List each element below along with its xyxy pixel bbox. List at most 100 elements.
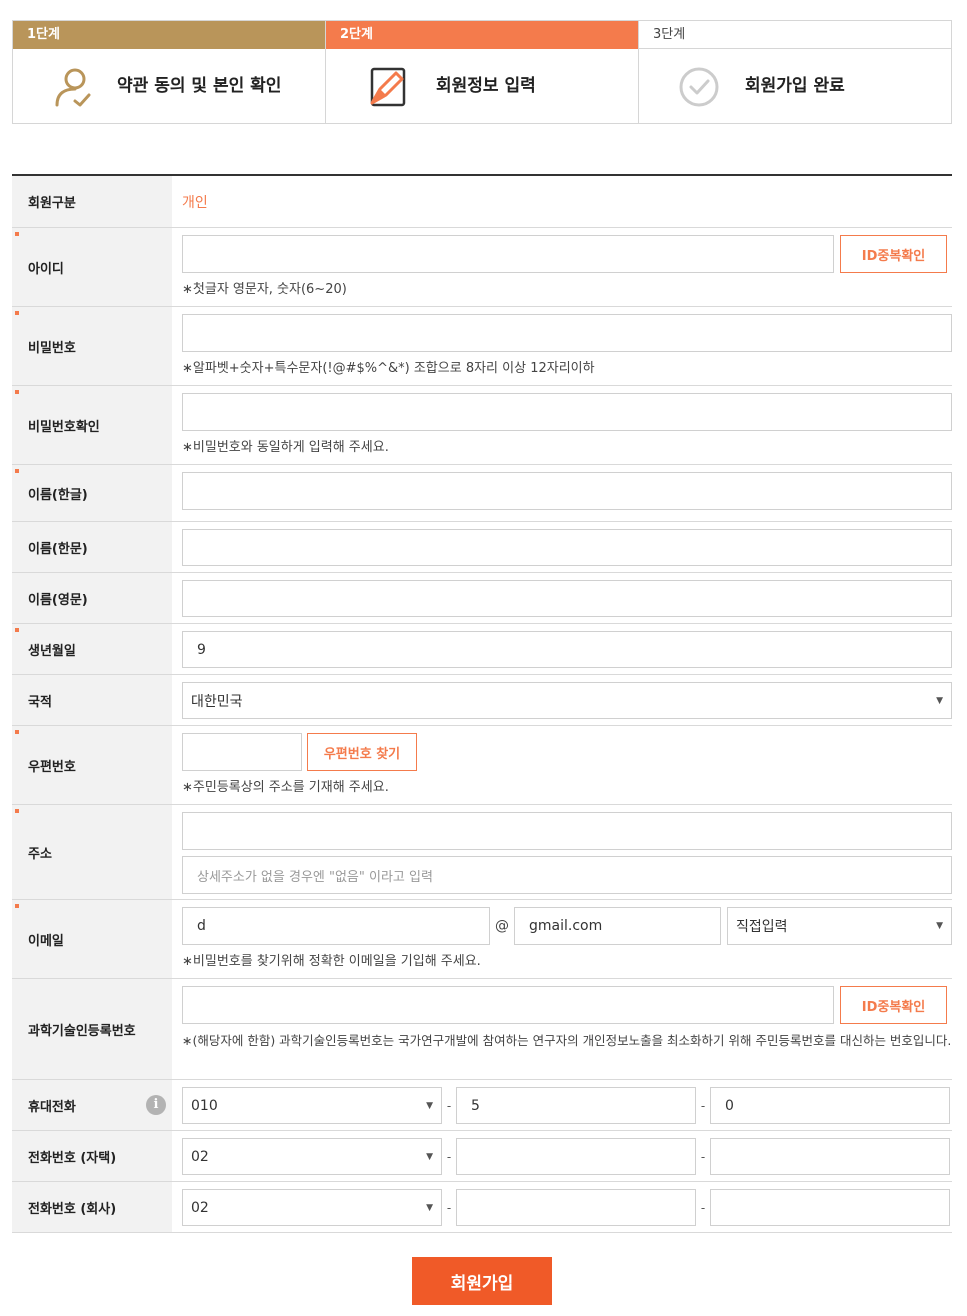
row-password: 비밀번호 ∗알파벳+숫자+특수문자(!@#$%^&*) 조합으로 8자리 이상 … xyxy=(12,307,952,386)
step-3-label: 회원가입 완료 xyxy=(745,76,845,96)
zipcode-search-button[interactable]: 우편번호 찾기 xyxy=(307,733,417,771)
step-1: 1단계 약관 동의 및 본인 확인 xyxy=(13,21,326,123)
row-birth: 생년월일 9 xyxy=(12,624,952,675)
email-domain-input[interactable]: gmail.com xyxy=(514,907,721,945)
email-hint: ∗비밀번호를 찾기위해 정확한 이메일을 기입해 주세요. xyxy=(182,954,481,969)
user-icon xyxy=(55,68,91,107)
nationality-value: 대한민국 xyxy=(191,693,243,710)
birth-input[interactable]: 9 xyxy=(182,631,952,668)
nationality-select[interactable]: 대한민국 ▼ xyxy=(182,682,952,719)
id-duplicate-check-button[interactable]: ID중복확인 xyxy=(840,235,947,273)
member-type-value: 개인 xyxy=(182,194,208,211)
dash-separator: - xyxy=(700,1098,706,1113)
info-icon[interactable]: i xyxy=(146,1095,166,1115)
password-input[interactable] xyxy=(182,314,952,352)
email-at-sign: @ xyxy=(495,918,509,934)
home-phone-label: 전화번호 (자택) xyxy=(12,1131,172,1181)
row-name-en: 이름(영문) xyxy=(12,573,952,624)
row-researcher-no: 과학기술인등록번호 ID중복확인 ∗(해당자에 한함) 과학기술인등록번호는 국… xyxy=(12,979,952,1080)
researcher-no-input[interactable] xyxy=(182,986,834,1024)
name-en-label: 이름(영문) xyxy=(12,573,172,623)
user-id-input[interactable] xyxy=(182,235,834,273)
researcher-no-hint: ∗(해당자에 한함) 과학기술인등록번호는 국가연구개발에 참여하는 연구자의 … xyxy=(182,1033,952,1048)
mobile-middle-input[interactable]: 5 xyxy=(456,1087,696,1124)
work-phone-label: 전화번호 (회사) xyxy=(12,1182,172,1232)
mobile-last-input[interactable]: 0 xyxy=(710,1087,950,1124)
home-phone-prefix-value: 02 xyxy=(191,1148,209,1165)
row-work-phone: 전화번호 (회사) 02 ▼ - - xyxy=(12,1182,952,1233)
row-mobile: 휴대전화 i 010 ▼ - 5 - 0 xyxy=(12,1080,952,1131)
mobile-prefix-select[interactable]: 010 ▼ xyxy=(182,1087,442,1124)
birth-label: 생년월일 xyxy=(12,624,172,674)
password-confirm-hint: ∗비밀번호와 동일하게 입력해 주세요. xyxy=(182,440,389,455)
row-password-confirm: 비밀번호확인 ∗비밀번호와 동일하게 입력해 주세요. xyxy=(12,386,952,465)
dash-separator: - xyxy=(700,1149,706,1164)
name-en-input[interactable] xyxy=(182,580,952,617)
row-home-phone: 전화번호 (자택) 02 ▼ - - xyxy=(12,1131,952,1182)
work-phone-middle-input[interactable] xyxy=(456,1189,696,1226)
address-input[interactable] xyxy=(182,812,952,850)
work-phone-last-input[interactable] xyxy=(710,1189,950,1226)
nationality-label: 국적 xyxy=(12,675,172,725)
work-phone-prefix-select[interactable]: 02 ▼ xyxy=(182,1189,442,1226)
step-3: 3단계 회원가입 완료 xyxy=(639,21,951,123)
name-kr-label: 이름(한글) xyxy=(12,465,172,521)
step-2-label: 회원정보 입력 xyxy=(436,76,536,96)
signup-submit-button[interactable]: 회원가입 xyxy=(412,1257,552,1305)
user-id-label: 아이디 xyxy=(12,228,172,306)
row-name-kr: 이름(한글) xyxy=(12,465,952,522)
name-hanja-input[interactable] xyxy=(182,529,952,566)
step-2-number: 2단계 xyxy=(326,21,638,49)
zipcode-input[interactable] xyxy=(182,733,302,771)
chevron-down-icon: ▼ xyxy=(426,1100,433,1111)
mobile-label: 휴대전화 i xyxy=(12,1080,172,1130)
email-label: 이메일 xyxy=(12,900,172,978)
zipcode-label: 우편번호 xyxy=(12,726,172,804)
chevron-down-icon: ▼ xyxy=(426,1202,433,1213)
dash-separator: - xyxy=(700,1200,706,1215)
work-phone-prefix-value: 02 xyxy=(191,1199,209,1216)
row-email: 이메일 d @ gmail.com 직접입력 ▼ ∗비밀번호를 찾기위해 정확한… xyxy=(12,900,952,979)
dash-separator: - xyxy=(446,1149,452,1164)
email-domain-select-value: 직접입력 xyxy=(736,919,788,935)
email-domain-select[interactable]: 직접입력 ▼ xyxy=(727,907,952,945)
step-1-label: 약관 동의 및 본인 확인 xyxy=(117,76,282,96)
chevron-down-icon: ▼ xyxy=(936,695,943,706)
email-local-input[interactable]: d xyxy=(182,907,490,945)
password-confirm-input[interactable] xyxy=(182,393,952,431)
home-phone-last-input[interactable] xyxy=(710,1138,950,1175)
row-member-type: 회원구분 개인 xyxy=(12,176,952,228)
researcher-duplicate-check-button[interactable]: ID중복확인 xyxy=(840,986,947,1024)
row-zipcode: 우편번호 우편번호 찾기 ∗주민등록상의 주소를 기재해 주세요. xyxy=(12,726,952,805)
mobile-label-text: 휴대전화 xyxy=(28,1099,76,1115)
row-user-id: 아이디 ID중복확인 ∗첫글자 영문자, 숫자(6~20) xyxy=(12,228,952,307)
password-label: 비밀번호 xyxy=(12,307,172,385)
zipcode-hint: ∗주민등록상의 주소를 기재해 주세요. xyxy=(182,780,389,795)
row-name-hanja: 이름(한문) xyxy=(12,522,952,573)
chevron-down-icon: ▼ xyxy=(936,921,943,931)
address-detail-input[interactable]: 상세주소가 없을 경우엔 "없음" 이라고 입력 xyxy=(182,856,952,894)
check-circle-icon xyxy=(679,67,719,107)
step-3-number: 3단계 xyxy=(639,21,951,49)
password-confirm-label: 비밀번호확인 xyxy=(12,386,172,464)
step-indicator: 1단계 약관 동의 및 본인 확인 2단계 회원정보 입력 3단계 회원가입 완… xyxy=(12,20,952,124)
name-kr-input[interactable] xyxy=(182,472,952,510)
step-2: 2단계 회원정보 입력 xyxy=(326,21,639,123)
member-type-label: 회원구분 xyxy=(12,176,172,227)
row-nationality: 국적 대한민국 ▼ xyxy=(12,675,952,726)
password-hint: ∗알파벳+숫자+특수문자(!@#$%^&*) 조합으로 8자리 이상 12자리이… xyxy=(182,361,595,376)
step-1-number: 1단계 xyxy=(13,21,325,49)
mobile-prefix-value: 010 xyxy=(191,1097,218,1114)
home-phone-middle-input[interactable] xyxy=(456,1138,696,1175)
user-id-hint: ∗첫글자 영문자, 숫자(6~20) xyxy=(182,282,347,297)
name-hanja-label: 이름(한문) xyxy=(12,522,172,572)
chevron-down-icon: ▼ xyxy=(426,1151,433,1162)
home-phone-prefix-select[interactable]: 02 ▼ xyxy=(182,1138,442,1175)
address-label: 주소 xyxy=(12,805,172,899)
pencil-icon xyxy=(370,67,406,107)
row-address: 주소 상세주소가 없을 경우엔 "없음" 이라고 입력 xyxy=(12,805,952,900)
researcher-no-label: 과학기술인등록번호 xyxy=(12,979,172,1079)
signup-form: 회원구분 개인 아이디 ID중복확인 ∗첫글자 영문자, 숫자(6~20) 비밀… xyxy=(12,174,952,1233)
dash-separator: - xyxy=(446,1200,452,1215)
dash-separator: - xyxy=(446,1098,452,1113)
